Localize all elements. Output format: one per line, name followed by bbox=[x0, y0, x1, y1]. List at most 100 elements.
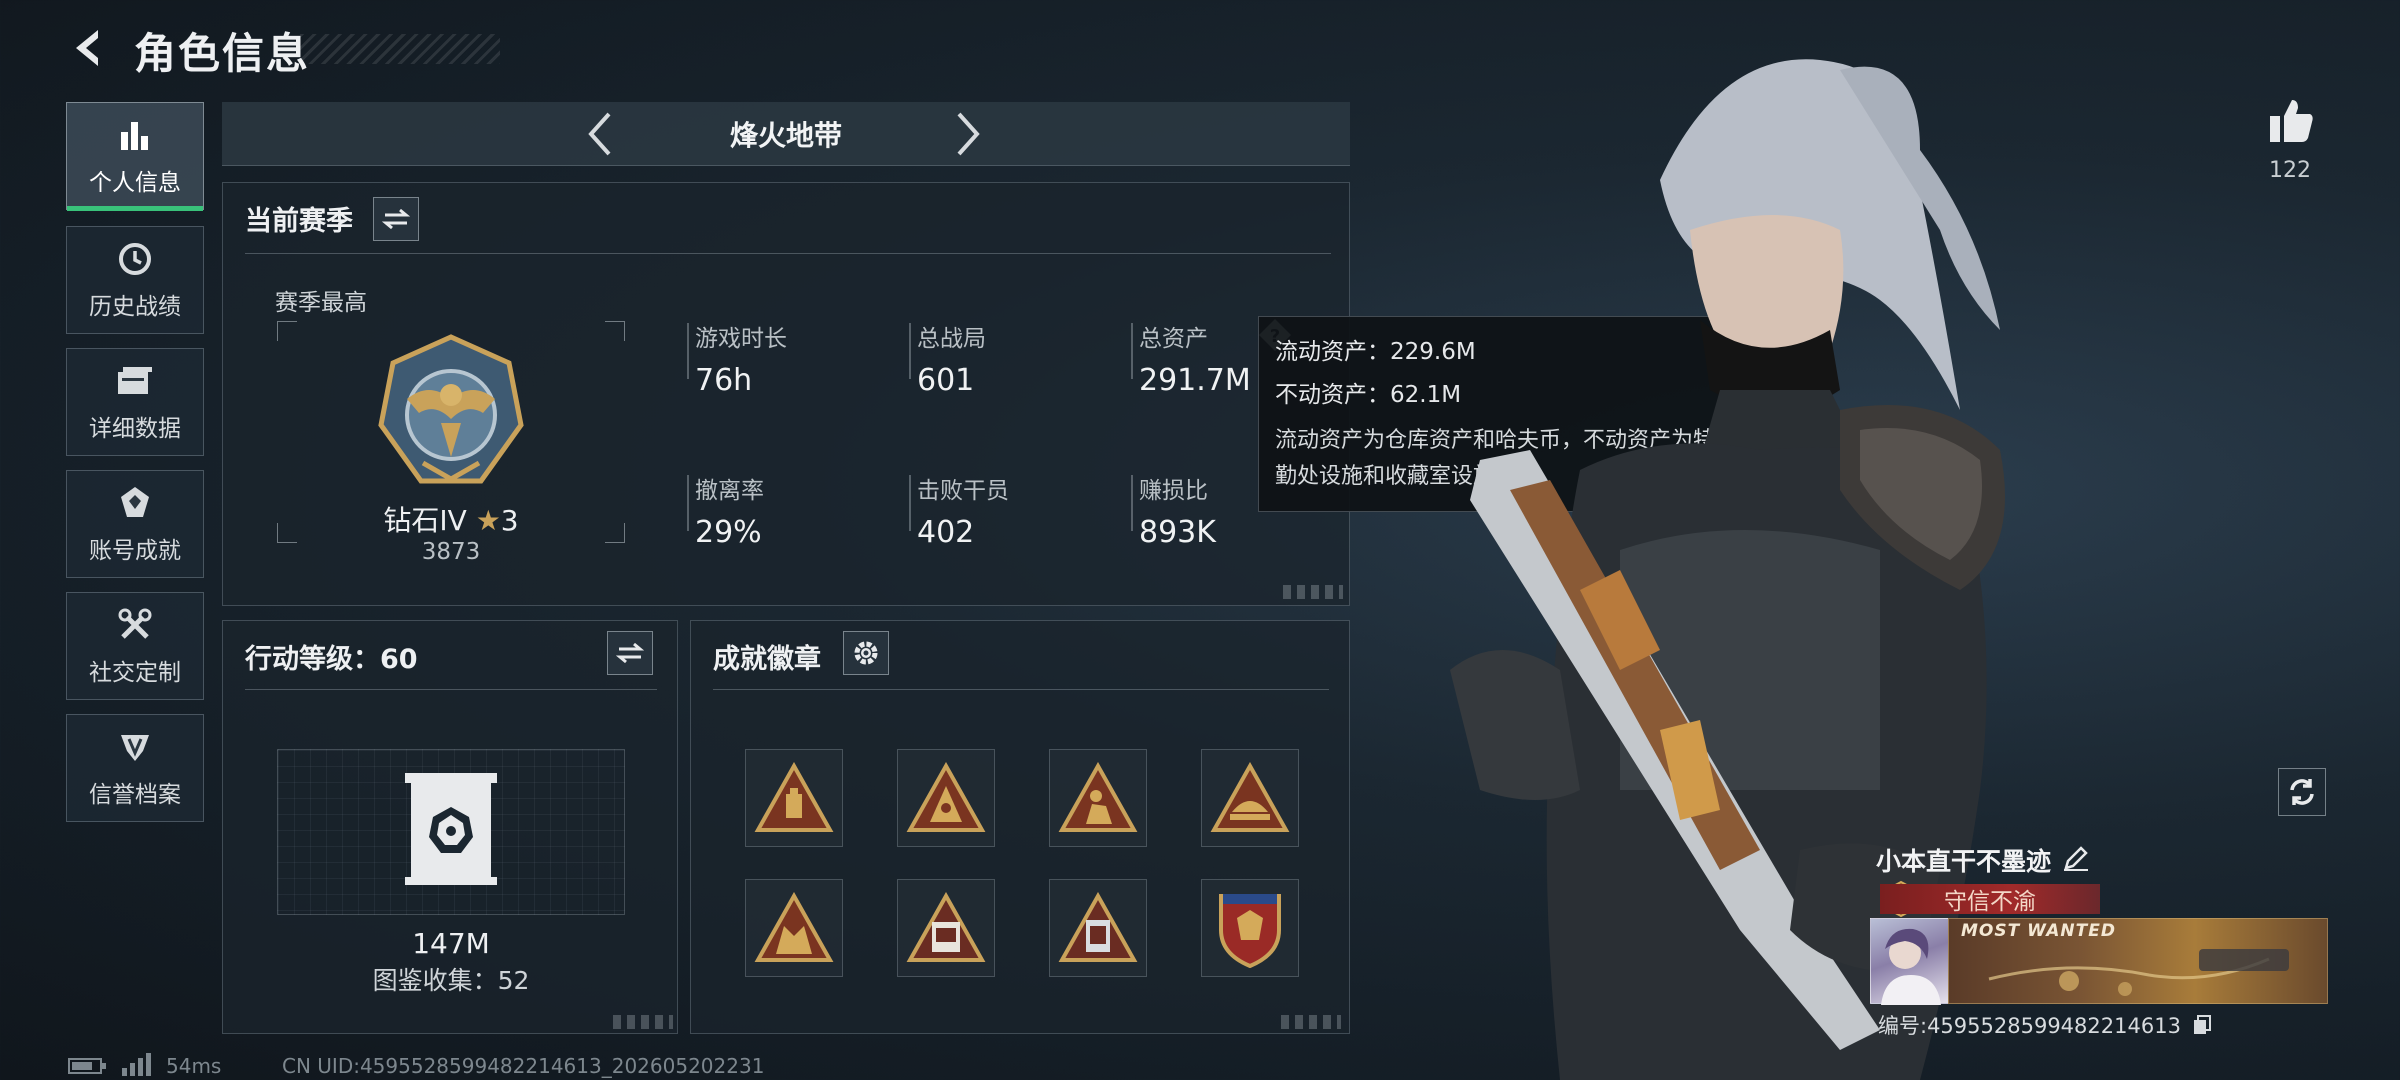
stat-divider bbox=[909, 475, 911, 531]
thumbs-up-icon bbox=[2270, 100, 2313, 142]
sidebar-item-reputation[interactable]: 信誉档案 bbox=[66, 714, 204, 822]
season-switch-button[interactable] bbox=[373, 197, 419, 241]
swap-icon bbox=[616, 642, 644, 664]
stat-label: 赚损比 bbox=[1139, 478, 1208, 504]
rank-emblem bbox=[371, 333, 531, 493]
stat-total-assets: 总资产 291.7M bbox=[1139, 319, 1251, 398]
stat-value: 291.7M bbox=[1139, 363, 1251, 398]
mode-next-button[interactable] bbox=[942, 108, 994, 160]
achievement-badge[interactable] bbox=[745, 879, 843, 977]
back-button[interactable] bbox=[62, 22, 114, 74]
history-icon bbox=[115, 239, 155, 279]
sidebar-item-label: 历史战绩 bbox=[89, 294, 181, 320]
achievements-settings-button[interactable] bbox=[843, 631, 889, 675]
copy-id-button[interactable] bbox=[2192, 1014, 2212, 1041]
stat-value: 29% bbox=[695, 515, 762, 550]
sidebar-item-profile[interactable]: 个人信息 bbox=[66, 102, 204, 211]
triangle-badge-icon bbox=[1058, 892, 1138, 962]
battery-icon bbox=[68, 1056, 108, 1076]
player-avatar[interactable] bbox=[1870, 918, 1954, 1005]
season-best-label: 赛季最高 bbox=[275, 290, 367, 316]
achievement-badge[interactable] bbox=[1201, 749, 1299, 847]
player-title-banner: 守信不渝 bbox=[1880, 884, 2100, 915]
like-button[interactable] bbox=[2266, 96, 2316, 146]
stat-divider bbox=[687, 475, 689, 531]
tools-icon bbox=[115, 605, 155, 645]
sidebar-item-label: 账号成就 bbox=[89, 538, 181, 564]
player-name: 小本直干不墨迹 bbox=[1876, 847, 2052, 876]
rank-line: 钻石IV ★3 bbox=[277, 499, 625, 539]
achievements-title: 成就徽章 bbox=[713, 644, 821, 675]
page-title: 角色信息 bbox=[134, 29, 311, 78]
card-art bbox=[1988, 949, 2289, 996]
triangle-badge-icon bbox=[906, 892, 986, 962]
divider bbox=[245, 253, 1331, 254]
sidebar-item-achievements[interactable]: 账号成就 bbox=[66, 470, 204, 578]
sidebar-item-details[interactable]: 详细数据 bbox=[66, 348, 204, 456]
achievement-badge[interactable] bbox=[1049, 749, 1147, 847]
triangle-badge-icon bbox=[1210, 762, 1290, 832]
stat-divider bbox=[909, 323, 911, 379]
eagle-emblem-icon bbox=[378, 334, 524, 484]
action-level-panel: 行动等级：60 147M 图鉴收集：52 bbox=[222, 620, 678, 1034]
achievement-badge[interactable] bbox=[745, 749, 843, 847]
action-level-title: 行动等级：60 bbox=[245, 644, 418, 675]
stat-value: 76h bbox=[695, 363, 753, 398]
vault-emblem bbox=[403, 771, 499, 887]
stat-divider bbox=[1131, 475, 1133, 531]
signal-icon bbox=[120, 1052, 154, 1076]
mode-name: 烽火地带 bbox=[729, 119, 842, 152]
edit-name-button[interactable] bbox=[2062, 844, 2090, 872]
folder-icon bbox=[115, 361, 155, 401]
triangle-badge-icon bbox=[1058, 762, 1138, 832]
mode-selector: 烽火地带 bbox=[222, 102, 1350, 166]
achievement-badge[interactable] bbox=[1049, 879, 1147, 977]
stat-value: 402 bbox=[917, 515, 975, 550]
stat-label: 总资产 bbox=[1139, 326, 1208, 352]
stat-label: 击败干员 bbox=[917, 478, 1009, 504]
triangle-badge-icon bbox=[754, 762, 834, 832]
swap-icon bbox=[382, 208, 410, 230]
rank-score: 3873 bbox=[421, 539, 481, 565]
sidebar-item-social[interactable]: 社交定制 bbox=[66, 592, 204, 700]
season-panel: 当前赛季 赛季最高 钻石IV ★3 3873 游戏时长 76h 总战局 601 … bbox=[222, 182, 1350, 606]
sidebar-item-label: 详细数据 bbox=[89, 416, 181, 442]
safe-vault-icon bbox=[405, 773, 497, 885]
stat-play-time: 游戏时长 76h bbox=[695, 319, 787, 398]
shield-gem-icon bbox=[115, 727, 155, 767]
collection-count: 图鉴收集：52 bbox=[372, 966, 530, 995]
player-card-banner[interactable]: MOST WANTED bbox=[1948, 918, 2328, 1004]
achievement-icon bbox=[115, 483, 155, 523]
stat-operators-defeated: 击败干员 402 bbox=[917, 471, 1009, 550]
divider bbox=[713, 689, 1329, 690]
achievement-badge[interactable] bbox=[897, 749, 995, 847]
back-arrow-icon bbox=[76, 30, 98, 66]
level-value: 147M bbox=[412, 927, 490, 960]
gear-icon bbox=[854, 641, 878, 665]
sidebar-item-label: 个人信息 bbox=[89, 170, 181, 196]
refresh-button[interactable] bbox=[2278, 768, 2326, 816]
player-title: 守信不渝 bbox=[1944, 889, 2036, 915]
achievement-badge[interactable] bbox=[897, 879, 995, 977]
player-id-text: 编号:4595528599482214613 bbox=[1878, 1014, 2181, 1038]
sidebar-item-history[interactable]: 历史战绩 bbox=[66, 226, 204, 334]
season-title: 当前赛季 bbox=[245, 206, 353, 237]
player-id: 编号:4595528599482214613 bbox=[1878, 1010, 2212, 1041]
stat-label: 游戏时长 bbox=[695, 326, 787, 352]
stat-label: 总战局 bbox=[917, 326, 986, 352]
title-decoration bbox=[300, 34, 500, 64]
stat-value: 893K bbox=[1139, 515, 1216, 550]
corner-decoration bbox=[1283, 585, 1343, 599]
stat-divider bbox=[687, 323, 689, 379]
triangle-badge-icon bbox=[906, 762, 986, 832]
stat-extract-rate: 撤离率 29% bbox=[695, 471, 764, 550]
like-count: 122 bbox=[2269, 158, 2311, 183]
divider bbox=[245, 689, 657, 690]
action-level-switch-button[interactable] bbox=[607, 631, 653, 675]
corner-decoration bbox=[1281, 1015, 1341, 1029]
sidebar-item-label: 信誉档案 bbox=[89, 782, 181, 808]
achievement-badge[interactable] bbox=[1201, 879, 1299, 977]
triangle-badge-icon bbox=[754, 892, 834, 962]
stat-divider bbox=[1131, 323, 1133, 379]
stat-total-matches: 总战局 601 bbox=[917, 319, 986, 398]
